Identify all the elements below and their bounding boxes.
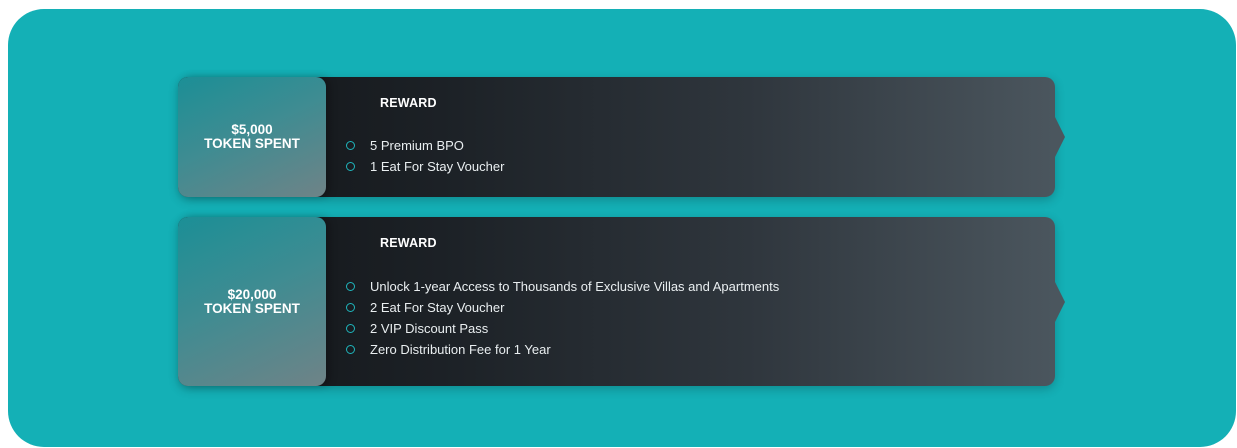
list-item: Unlock 1-year Access to Thousands of Exc… [346, 276, 779, 297]
circle-bullet-icon [346, 324, 355, 333]
reward-list: Unlock 1-year Access to Thousands of Exc… [346, 276, 779, 360]
circle-bullet-icon [346, 345, 355, 354]
tier-label-text: TOKEN SPENT [204, 300, 300, 316]
tier-threshold: $20,000 TOKEN SPENT [178, 217, 326, 386]
reward-item-text: 1 Eat For Stay Voucher [370, 159, 505, 174]
reward-tier-card: $5,000 TOKEN SPENT REWARD 5 Premium BPO … [178, 77, 1065, 197]
reward-heading: REWARD [380, 236, 437, 250]
tier-card-arrow [1055, 281, 1065, 322]
tier-card-arrow [1055, 117, 1065, 157]
tier-threshold: $5,000 TOKEN SPENT [178, 77, 326, 197]
reward-list: 5 Premium BPO 1 Eat For Stay Voucher [346, 135, 504, 177]
list-item: 1 Eat For Stay Voucher [346, 156, 504, 177]
reward-tier-card: $20,000 TOKEN SPENT REWARD Unlock 1-year… [178, 217, 1065, 386]
tier-amount: $20,000 [227, 286, 277, 302]
list-item: 5 Premium BPO [346, 135, 504, 156]
circle-bullet-icon [346, 162, 355, 171]
reward-item-text: Unlock 1-year Access to Thousands of Exc… [370, 279, 780, 294]
list-item: 2 VIP Discount Pass [346, 318, 779, 339]
circle-bullet-icon [346, 303, 355, 312]
reward-item-text: 5 Premium BPO [370, 138, 464, 153]
reward-item-text: 2 VIP Discount Pass [370, 321, 489, 336]
reward-item-text: Zero Distribution Fee for 1 Year [370, 342, 551, 357]
circle-bullet-icon [346, 282, 355, 291]
circle-bullet-icon [346, 141, 355, 150]
list-item: 2 Eat For Stay Voucher [346, 297, 779, 318]
list-item: Zero Distribution Fee for 1 Year [346, 339, 779, 360]
reward-item-text: 2 Eat For Stay Voucher [370, 300, 505, 315]
tier-label-text: TOKEN SPENT [204, 136, 300, 151]
reward-heading: REWARD [380, 96, 437, 110]
tier-amount: $5,000 [231, 122, 273, 137]
